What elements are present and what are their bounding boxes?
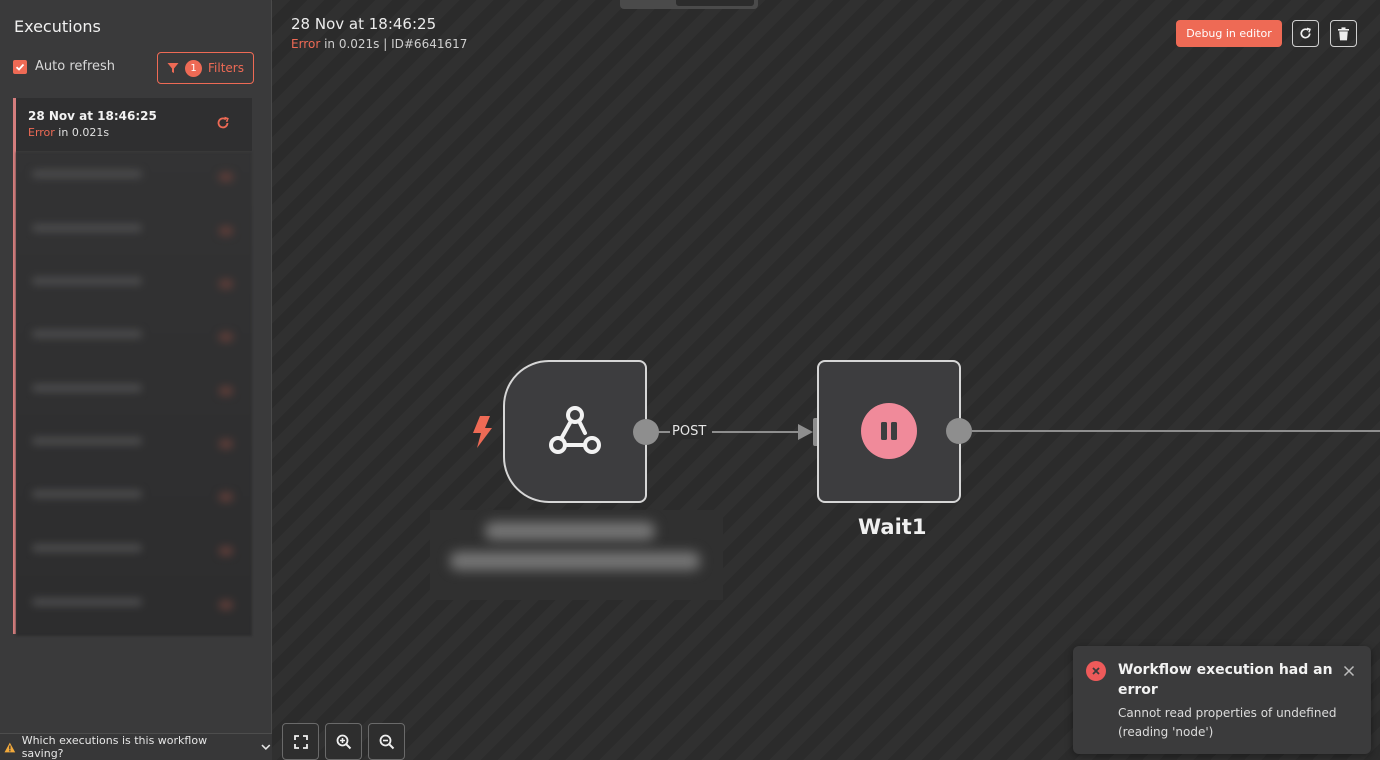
fit-view-icon	[293, 734, 308, 749]
toast-title: Workflow execution had an error	[1118, 662, 1333, 698]
blurred-row-icon	[219, 492, 233, 502]
fit-view-button[interactable]	[282, 723, 319, 760]
blurred-row-icon	[219, 332, 233, 342]
close-toast-button[interactable]	[1343, 662, 1355, 681]
zoom-out-button[interactable]	[368, 723, 405, 760]
chevron-down-icon	[261, 744, 271, 751]
auto-refresh-label: Auto refresh	[35, 59, 116, 74]
blurred-row	[32, 330, 142, 338]
auto-refresh-toggle[interactable]: Auto refresh	[13, 59, 115, 74]
webhook-output-handle[interactable]	[633, 419, 659, 445]
workflow-saving-text: Which executions is this workflow saving…	[21, 734, 208, 760]
close-icon	[1343, 665, 1355, 677]
error-toast: Workflow execution had an error Cannot r…	[1073, 646, 1371, 754]
execution-duration: in 0.021s	[54, 126, 110, 139]
blurred-row	[32, 437, 142, 445]
blurred-row	[32, 170, 142, 178]
retry-icon	[217, 116, 229, 129]
check-icon	[15, 63, 25, 71]
webhook-icon	[549, 406, 601, 454]
zoom-in-icon	[336, 734, 351, 749]
blurred-row	[32, 277, 142, 285]
toast-message: Cannot read properties of undefined (rea…	[1118, 706, 1337, 739]
workflow-saving-info[interactable]: Which executions is this workflow saving…	[0, 733, 272, 760]
wait-node[interactable]	[817, 360, 961, 503]
execution-list-blurred	[16, 152, 252, 636]
blurred-row	[32, 490, 142, 498]
webhook-node[interactable]	[503, 360, 647, 503]
blurred-row-icon	[219, 386, 233, 396]
blurred-name-line	[450, 552, 700, 570]
blurred-row-icon	[219, 546, 233, 556]
error-icon	[1086, 661, 1106, 681]
blurred-row	[32, 544, 142, 552]
filters-label: Filters	[208, 61, 244, 75]
warning-icon	[4, 742, 16, 752]
webhook-node-name-blurred	[430, 510, 723, 600]
execution-status: Error in 0.021s	[28, 126, 109, 139]
blurred-row	[32, 598, 142, 606]
blurred-name-line	[485, 522, 655, 540]
zoom-in-button[interactable]	[325, 723, 362, 760]
pause-icon	[861, 403, 917, 459]
filter-count-badge: 1	[185, 59, 202, 77]
blurred-row-icon	[219, 172, 233, 182]
blurred-row	[32, 384, 142, 392]
filter-icon	[167, 63, 179, 73]
sidebar-title: Executions	[14, 17, 101, 36]
connection-label: POST	[670, 424, 709, 439]
auto-refresh-checkbox[interactable]	[13, 59, 27, 74]
blurred-row-icon	[219, 226, 233, 236]
blurred-row-icon	[219, 279, 233, 289]
blurred-row-icon	[219, 600, 233, 610]
blurred-row-icon	[219, 439, 233, 449]
blurred-row	[32, 224, 142, 232]
wait-output-handle[interactable]	[946, 418, 972, 444]
wait-node-name: Wait1	[858, 515, 927, 539]
execution-date: 28 Nov at 18:46:25	[28, 109, 157, 123]
trigger-bolt-icon	[473, 416, 492, 448]
retry-execution-button[interactable]	[215, 115, 231, 135]
execution-status-error: Error	[28, 126, 55, 139]
zoom-out-icon	[379, 734, 394, 749]
executions-sidebar: Executions Auto refresh 1 Filters 28 Nov…	[0, 0, 272, 760]
filters-button[interactable]: 1 Filters	[157, 52, 254, 84]
execution-list: 28 Nov at 18:46:25 Error in 0.021s	[13, 98, 252, 636]
execution-item-active[interactable]: 28 Nov at 18:46:25 Error in 0.021s	[16, 98, 252, 151]
